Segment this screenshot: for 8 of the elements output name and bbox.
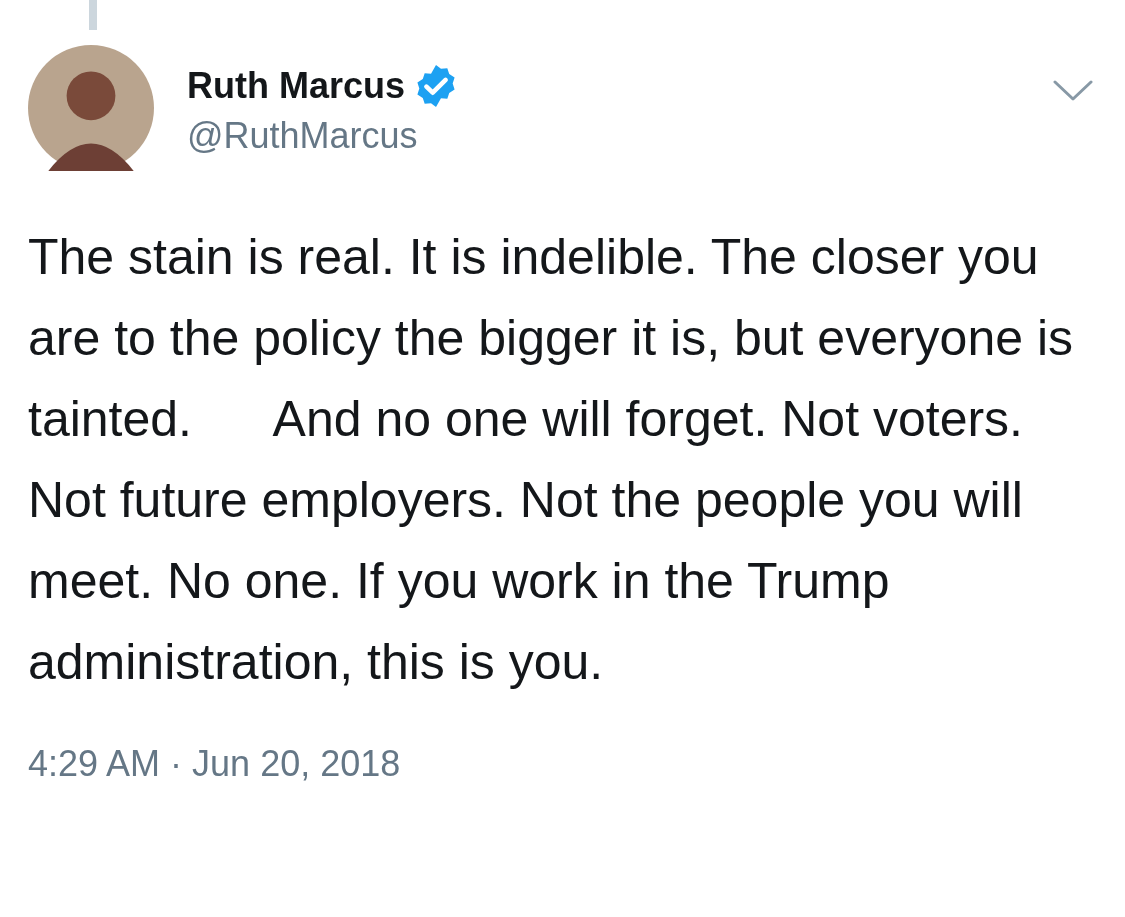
tweet-text: The stain is real. It is indelible. The closer you are to the policy the bigger it is, but everyone is tainted. And no one will forget. Not voters. Not future employers. Not the people you will meet. No one. If you work in the Trump administration, this is you. (28, 228, 1075, 692)
separator: · (170, 743, 183, 785)
tweet-time[interactable]: 4:29 AM (28, 743, 161, 785)
author-handle[interactable]: @RuthMarcus (187, 115, 460, 157)
chevron-down-icon[interactable] (1053, 80, 1093, 102)
author-name[interactable]: Ruth Marcus (187, 65, 406, 107)
avatar[interactable] (28, 45, 154, 171)
tweet-date[interactable]: Jun 20, 2018 (192, 743, 401, 785)
